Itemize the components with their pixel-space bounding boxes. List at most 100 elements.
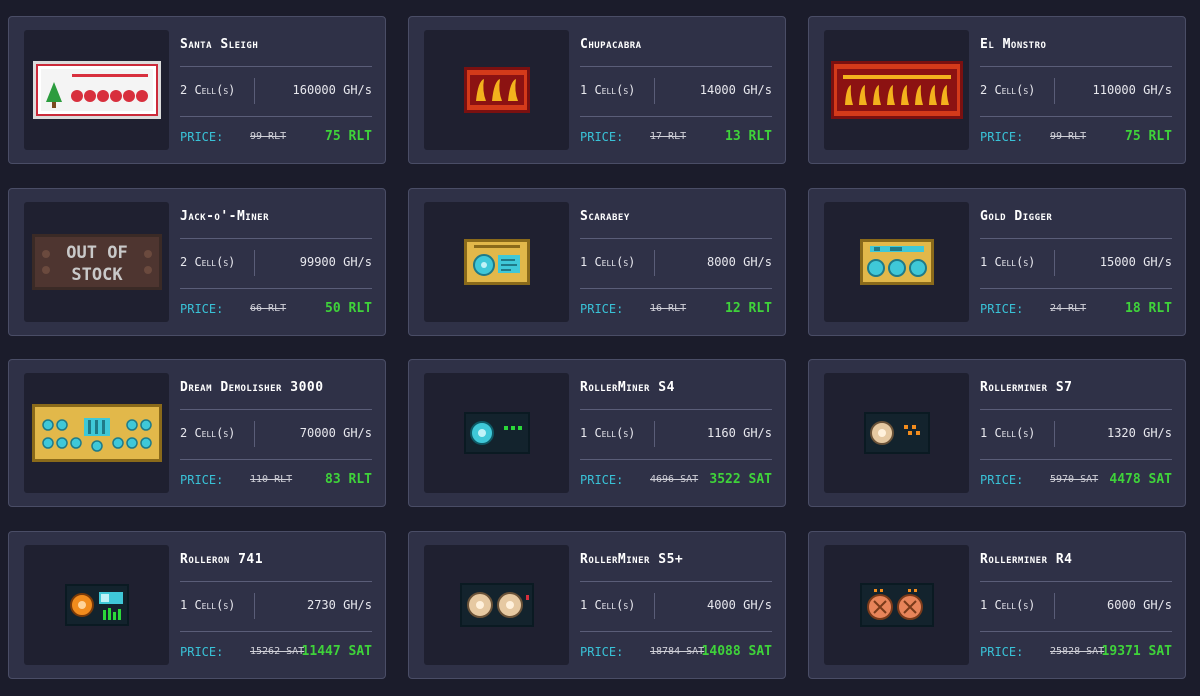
miner-cells: 2 Cell(s) [180,426,236,440]
miner-info: Jack-o'-Miner 2 Cell(s) 99900 GH/s PRICE… [180,202,372,324]
miner-cells: 1 Cell(s) [980,255,1036,269]
divider [180,66,372,67]
miner-cells: 1 Cell(s) [580,255,636,269]
miner-thumbnail [424,545,569,665]
rollerminer-s5plus-icon [459,583,534,627]
new-price: 11447 SAT [301,644,372,659]
divider [180,581,372,582]
miner-card[interactable]: El Monstro 2 Cell(s) 110000 GH/s PRICE: … [808,16,1186,164]
miner-thumbnail [824,545,969,665]
miner-info: Rollerminer S7 1 Cell(s) 1320 GH/s PRICE… [980,373,1172,495]
miner-cells: 2 Cell(s) [180,83,236,97]
rollerminer-s4-icon [463,412,530,454]
miner-info: RollerMiner S5+ 1 Cell(s) 4000 GH/s PRIC… [580,545,772,667]
miner-name: Dream Demolisher 3000 [180,380,324,395]
miner-card[interactable]: Dream Demolisher 3000 2 Cell(s) 70000 GH… [8,359,386,507]
divider [180,116,372,117]
miner-power: 160000 GH/s [292,83,372,97]
miner-power: 70000 GH/s [299,426,372,440]
miner-info: Dream Demolisher 3000 2 Cell(s) 70000 GH… [180,373,372,495]
miner-name: Rollerminer S7 [980,380,1073,395]
miner-thumbnail [24,373,169,493]
miner-info: Rolleron 741 1 Cell(s) 2730 GH/s PRICE: … [180,545,372,667]
miner-cells: 2 Cell(s) [980,83,1036,97]
divider [254,250,255,276]
miner-thumbnail: OUT OF STOCK [24,202,169,322]
miner-name: Rolleron 741 [180,552,264,567]
miner-thumbnail [24,30,169,150]
out-of-stock-line2: STOCK [71,265,123,285]
price-label: PRICE: [580,473,624,487]
miner-card[interactable]: Santa Sleigh 2 Cell(s) 160000 GH/s PRICE… [8,16,386,164]
divider [980,631,1172,632]
miner-power: 6000 GH/s [1106,598,1172,612]
divider [580,409,772,410]
divider [180,409,372,410]
new-price: 50 RLT [325,301,372,316]
price-label: PRICE: [580,302,624,316]
miner-name: Chupacabra [580,37,642,52]
miner-info: El Monstro 2 Cell(s) 110000 GH/s PRICE: … [980,30,1172,152]
miner-card[interactable]: RollerMiner S4 1 Cell(s) 1160 GH/s PRICE… [408,359,786,507]
miner-card[interactable]: Gold Digger 1 Cell(s) 15000 GH/s PRICE: … [808,188,1186,336]
miner-card[interactable]: Scarabey 1 Cell(s) 8000 GH/s PRICE: 16 R… [408,188,786,336]
divider [580,581,772,582]
el-monstro-miner-icon [830,61,963,119]
divider [254,421,255,447]
divider [180,459,372,460]
divider [980,288,1172,289]
divider [980,581,1172,582]
divider [254,78,255,104]
price-label: PRICE: [580,645,624,659]
divider [180,238,372,239]
new-price: 13 RLT [725,129,772,144]
new-price: 12 RLT [725,301,772,316]
miner-info: Santa Sleigh 2 Cell(s) 160000 GH/s PRICE… [180,30,372,152]
divider [254,593,255,619]
old-price: 17 RLT [650,131,687,142]
divider [654,421,655,447]
miner-card[interactable]: RollerMiner S5+ 1 Cell(s) 4000 GH/s PRIC… [408,531,786,679]
miner-power: 8000 GH/s [706,255,772,269]
divider [654,250,655,276]
santa-sleigh-miner-icon [32,61,161,119]
price-label: PRICE: [180,130,224,144]
divider [580,116,772,117]
miner-name: Jack-o'-Miner [180,209,269,224]
price-label: PRICE: [980,130,1024,144]
old-price: 15262 SAT [250,646,305,657]
miner-card[interactable]: Rollerminer R4 1 Cell(s) 6000 GH/s PRICE… [808,531,1186,679]
miner-power: 1320 GH/s [1106,426,1172,440]
miner-thumbnail [824,30,969,150]
miner-info: Gold Digger 1 Cell(s) 15000 GH/s PRICE: … [980,202,1172,324]
new-price: 4478 SAT [1109,472,1172,487]
old-price: 5970 SAT [1050,474,1099,485]
miner-card[interactable]: Rolleron 741 1 Cell(s) 2730 GH/s PRICE: … [8,531,386,679]
divider [580,459,772,460]
divider [1054,250,1055,276]
miner-card[interactable]: Chupacabra 1 Cell(s) 14000 GH/s PRICE: 1… [408,16,786,164]
miner-cells: 1 Cell(s) [180,598,236,612]
old-price: 18784 SAT [650,646,705,657]
chupacabra-miner-icon [463,67,530,113]
miner-cells: 1 Cell(s) [980,426,1036,440]
rolleron-741-icon [64,584,129,626]
miner-info: Rollerminer R4 1 Cell(s) 6000 GH/s PRICE… [980,545,1172,667]
miner-cells: 1 Cell(s) [580,426,636,440]
divider [580,288,772,289]
scarabey-miner-icon [463,239,530,285]
miner-power: 99900 GH/s [299,255,372,269]
miner-power: 2730 GH/s [306,598,372,612]
divider [180,631,372,632]
miner-card[interactable]: Rollerminer S7 1 Cell(s) 1320 GH/s PRICE… [808,359,1186,507]
out-of-stock-icon: OUT OF STOCK [31,234,162,290]
divider [1054,593,1055,619]
miner-card[interactable]: OUT OF STOCK Jack-o'-Miner 2 Cell(s) 999… [8,188,386,336]
miner-info: RollerMiner S4 1 Cell(s) 1160 GH/s PRICE… [580,373,772,495]
price-label: PRICE: [980,645,1024,659]
divider [980,66,1172,67]
miner-name: Rollerminer R4 [980,552,1073,567]
old-price: 66 RLT [250,303,287,314]
divider [580,238,772,239]
gold-digger-miner-icon [859,239,934,285]
